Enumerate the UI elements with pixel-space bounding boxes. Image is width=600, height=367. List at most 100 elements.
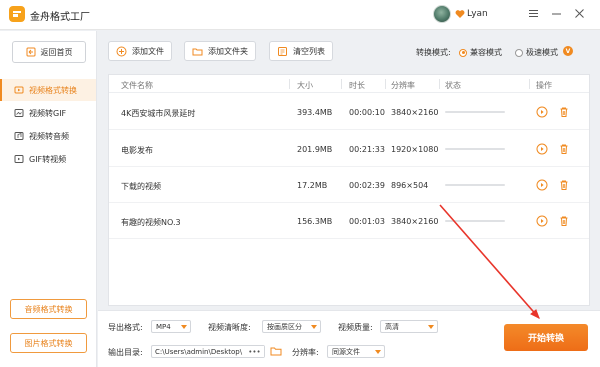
sidebar-item-label: 视频格式转换 bbox=[29, 85, 77, 95]
file-resolution: 1920×1080 bbox=[391, 145, 439, 154]
table-row[interactable]: 4K西安城市风景延时 393.4MB 00:00:10 3840×2160 bbox=[109, 94, 589, 130]
play-icon[interactable] bbox=[535, 142, 548, 155]
compatible-mode-label: 兼容模式 bbox=[470, 48, 502, 57]
table-header: 文件名称 大小 时长 分辨率 状态 操作 bbox=[109, 75, 589, 93]
col-file-name: 文件名称 bbox=[121, 81, 153, 90]
table-row[interactable]: 下载的视频 17.2MB 00:02:39 896×504 bbox=[109, 167, 589, 203]
column-divider bbox=[289, 79, 290, 89]
convert-mode-label: 转换模式: bbox=[416, 48, 451, 57]
file-resolution: 3840×2160 bbox=[391, 217, 439, 226]
start-convert-button[interactable]: 开始转换 bbox=[504, 324, 588, 351]
table-row[interactable]: 电影发布 201.9MB 00:21:33 1920×1080 bbox=[109, 131, 589, 167]
add-file-button[interactable]: 添加文件 bbox=[108, 41, 172, 61]
file-name: 4K西安城市风景延时 bbox=[121, 109, 196, 118]
play-icon[interactable] bbox=[535, 105, 548, 118]
close-icon[interactable] bbox=[572, 6, 586, 20]
toolbar: 添加文件 添加文件夹 清空列表 转换模式: 兼容模式 极速模式 V bbox=[98, 31, 600, 69]
file-resolution: 3840×2160 bbox=[391, 108, 439, 117]
file-name: 下载的视频 bbox=[121, 182, 161, 191]
menu-icon[interactable] bbox=[526, 6, 540, 20]
user-avatar[interactable] bbox=[433, 5, 451, 23]
table-row[interactable]: 有趣的视频NO.3 156.3MB 00:01:03 3840×2160 bbox=[109, 203, 589, 239]
image-convert-button[interactable]: 图片格式转换 bbox=[10, 333, 87, 353]
video-icon bbox=[14, 86, 24, 94]
delete-icon[interactable] bbox=[557, 178, 570, 191]
file-duration: 00:21:33 bbox=[349, 145, 385, 154]
add-file-label: 添加文件 bbox=[132, 46, 164, 56]
clear-list-label: 清空列表 bbox=[293, 46, 325, 56]
quality-label: 视频质量: bbox=[338, 323, 373, 332]
file-duration: 00:01:03 bbox=[349, 217, 385, 226]
column-divider bbox=[385, 79, 386, 89]
sidebar-item-label: 视频转音频 bbox=[29, 131, 69, 141]
play-icon[interactable] bbox=[535, 178, 548, 191]
col-status: 状态 bbox=[445, 81, 461, 90]
plus-circle-icon bbox=[116, 46, 127, 56]
home-icon bbox=[26, 47, 35, 57]
chevron-down-icon bbox=[311, 325, 317, 329]
minimize-icon[interactable] bbox=[549, 6, 563, 20]
sidebar: 返回首页 视频格式转换 视频转GIF 视频转音频 GIF转视频 音频格式转换 图… bbox=[0, 31, 97, 367]
delete-icon[interactable] bbox=[557, 214, 570, 227]
resolution-select[interactable]: 同源文件 bbox=[327, 345, 385, 358]
col-actions: 操作 bbox=[536, 81, 552, 90]
col-size: 大小 bbox=[297, 81, 313, 90]
file-name: 电影发布 bbox=[121, 146, 153, 155]
username[interactable]: Lyan bbox=[467, 9, 488, 19]
back-home-button[interactable]: 返回首页 bbox=[12, 41, 86, 63]
sidebar-item-video-to-audio[interactable]: 视频转音频 bbox=[0, 125, 96, 147]
output-format-select[interactable]: MP4 bbox=[151, 320, 191, 333]
browse-more-button[interactable]: ••• bbox=[245, 346, 264, 357]
audio-convert-button[interactable]: 音频格式转换 bbox=[10, 299, 87, 319]
fast-mode-radio[interactable]: 极速模式 bbox=[515, 47, 558, 58]
file-duration: 00:02:39 bbox=[349, 181, 385, 190]
vip-heart-icon bbox=[455, 10, 465, 18]
vip-badge-icon: V bbox=[563, 46, 573, 56]
app-logo-icon bbox=[9, 6, 25, 22]
delete-icon[interactable] bbox=[557, 142, 570, 155]
delete-icon[interactable] bbox=[557, 105, 570, 118]
resolution-value: 同源文件 bbox=[332, 347, 360, 356]
quality-value: 高清 bbox=[385, 322, 399, 331]
add-folder-button[interactable]: 添加文件夹 bbox=[184, 41, 256, 61]
file-table: 文件名称 大小 时长 分辨率 状态 操作 4K西安城市风景延时 393.4MB … bbox=[108, 74, 590, 306]
clarity-value: 按画质区分 bbox=[267, 322, 302, 331]
sidebar-item-gif-to-video[interactable]: GIF转视频 bbox=[0, 148, 96, 170]
progress-bar bbox=[445, 184, 505, 186]
col-resolution: 分辨率 bbox=[391, 81, 415, 90]
sidebar-item-label: GIF转视频 bbox=[29, 154, 67, 164]
clarity-select[interactable]: 按画质区分 bbox=[262, 320, 321, 333]
file-size: 156.3MB bbox=[297, 217, 333, 226]
file-name: 有趣的视频NO.3 bbox=[121, 218, 181, 227]
progress-bar bbox=[445, 111, 505, 113]
quality-select[interactable]: 高清 bbox=[380, 320, 438, 333]
audio-icon bbox=[14, 132, 24, 140]
column-divider bbox=[439, 79, 440, 89]
sidebar-item-video-format[interactable]: 视频格式转换 bbox=[0, 79, 96, 101]
radio-dot bbox=[515, 48, 523, 57]
folder-icon[interactable] bbox=[270, 345, 282, 357]
film-icon bbox=[14, 155, 24, 163]
output-dir-value: C:\Users\admin\Desktop\ bbox=[155, 347, 243, 356]
file-size: 201.9MB bbox=[297, 145, 333, 154]
output-format-value: MP4 bbox=[156, 322, 171, 331]
clear-list-button[interactable]: 清空列表 bbox=[269, 41, 333, 61]
column-divider bbox=[529, 79, 530, 89]
folder-plus-icon bbox=[192, 48, 203, 55]
play-icon[interactable] bbox=[535, 214, 548, 227]
progress-bar bbox=[445, 220, 505, 222]
add-folder-label: 添加文件夹 bbox=[208, 46, 248, 56]
settings-bar: 导出格式: MP4 视频清晰度: 按画质区分 视频质量: 高清 输出目录: C:… bbox=[98, 310, 600, 367]
file-duration: 00:00:10 bbox=[349, 108, 385, 117]
sidebar-item-label: 视频转GIF bbox=[29, 108, 67, 118]
chevron-down-icon bbox=[428, 325, 434, 329]
col-duration: 时长 bbox=[349, 81, 365, 90]
compatible-mode-radio[interactable]: 兼容模式 bbox=[459, 47, 502, 58]
file-size: 393.4MB bbox=[297, 108, 333, 117]
sidebar-item-video-to-gif[interactable]: 视频转GIF bbox=[0, 102, 96, 124]
radio-dot bbox=[459, 48, 467, 57]
chevron-down-icon bbox=[375, 350, 381, 354]
title-bar: 金舟格式工厂 Lyan bbox=[0, 0, 600, 30]
column-divider bbox=[341, 79, 342, 89]
chevron-down-icon bbox=[181, 325, 187, 329]
